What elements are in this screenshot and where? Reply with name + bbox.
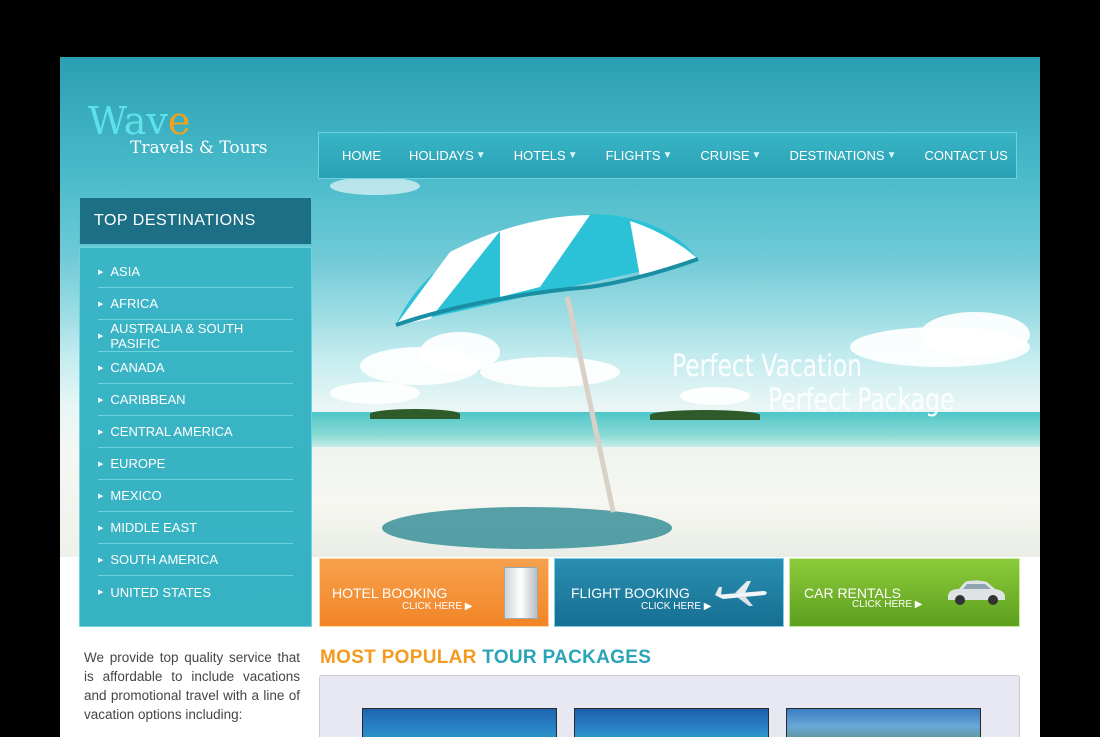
- chevron-down-icon: ▼: [662, 150, 673, 161]
- hero-tagline-line2: Perfect Package: [768, 383, 955, 418]
- nav-hotels[interactable]: HOTELS ▼: [514, 148, 578, 163]
- triangle-right-icon: ▶: [98, 396, 104, 404]
- flight-booking-cta: CLICK HERE ▶: [641, 601, 712, 612]
- destinations-list: ▶ ASIA ▶ AFRICA ▶ AUSTRALIA & SOUTH PASIFIC…: [79, 247, 312, 627]
- hotel-booking-cta: CLICK HERE ▶: [402, 601, 473, 612]
- triangle-right-icon: ▶: [98, 589, 104, 596]
- chevron-down-icon: ▼: [751, 150, 762, 161]
- hero-tagline-line1: Perfect Vacation: [672, 349, 862, 384]
- sidebar-item-middle-east[interactable]: ▶ MIDDLE EAST: [98, 512, 293, 544]
- triangle-right-icon: ▶: [98, 492, 104, 500]
- hotel-booking-button[interactable]: HOTEL BOOKING CLICK HERE ▶: [319, 558, 549, 627]
- nav-contact-us[interactable]: CONTACT US: [924, 148, 1007, 163]
- triangle-right-icon: ▶: [98, 556, 104, 564]
- logo-wordmark: Wave: [88, 99, 191, 143]
- hotel-building-icon: [504, 567, 538, 619]
- flight-booking-title: FLIGHT BOOKING: [571, 585, 690, 601]
- sidebar-title: TOP DESTINATIONS: [79, 197, 312, 245]
- sidebar-item-europe[interactable]: ▶ EUROPE: [98, 448, 293, 480]
- chevron-down-icon: ▼: [475, 150, 486, 161]
- nav-flights[interactable]: FLIGHTS ▼: [606, 148, 673, 163]
- sidebar-item-africa[interactable]: ▶ AFRICA: [98, 288, 293, 320]
- triangle-right-icon: ▶: [98, 524, 104, 532]
- car-rentals-cta: CLICK HERE ▶: [852, 599, 923, 610]
- sidebar-item-australia[interactable]: ▶ AUSTRALIA & SOUTH PASIFIC: [98, 320, 293, 352]
- sidebar-item-south-america[interactable]: ▶ SOUTH AMERICA: [98, 544, 293, 576]
- nav-cruise[interactable]: CRUISE ▼: [700, 148, 761, 163]
- nav-home[interactable]: HOME: [342, 148, 381, 163]
- site-logo[interactable]: Wave Travels & Tours: [88, 102, 267, 158]
- flight-booking-button[interactable]: FLIGHT BOOKING CLICK HERE ▶: [554, 558, 784, 627]
- sidebar-item-asia[interactable]: ▶ ASIA: [98, 256, 293, 288]
- chevron-down-icon: ▼: [886, 150, 897, 161]
- triangle-right-icon: ▶: [98, 460, 104, 468]
- car-rentals-button[interactable]: CAR RENTALS CLICK HERE ▶: [789, 558, 1020, 627]
- page: Perfect Vacation Perfect Package Wave Tr…: [60, 57, 1040, 737]
- sidebar-item-canada[interactable]: ▶ CANADA: [98, 352, 293, 384]
- sidebar-item-caribbean[interactable]: ▶ CARIBBEAN: [98, 384, 293, 416]
- sidebar-item-united-states[interactable]: ▶ UNITED STATES: [98, 576, 293, 608]
- section-heading-popular: MOST POPULAR TOUR PACKAGES: [320, 647, 652, 668]
- beach-umbrella-image: [395, 214, 699, 327]
- logo-subtitle: Travels & Tours: [130, 138, 268, 158]
- triangle-right-icon: ▶: [98, 332, 104, 340]
- intro-text: We provide top quality service that is a…: [84, 650, 300, 722]
- airplane-icon: [715, 581, 767, 606]
- triangle-right-icon: ▶: [98, 300, 104, 308]
- sidebar-item-mexico[interactable]: ▶ MEXICO: [98, 480, 293, 512]
- nav-holidays[interactable]: HOLIDAYS ▼: [409, 148, 486, 163]
- triangle-right-icon: ▶: [98, 428, 104, 436]
- package-thumbnail[interactable]: [362, 708, 557, 737]
- triangle-right-icon: ▶: [98, 364, 104, 372]
- hotel-booking-title: HOTEL BOOKING: [332, 585, 448, 601]
- sidebar-item-central-america[interactable]: ▶ CENTRAL AMERICA: [98, 416, 293, 448]
- main-nav: HOME HOLIDAYS ▼ HOTELS ▼ FLIGHTS ▼ CRUISE ▼ …: [318, 132, 1017, 179]
- chevron-down-icon: ▼: [567, 150, 578, 161]
- nav-destinations[interactable]: DESTINATIONS ▼: [789, 148, 896, 163]
- package-thumbnail[interactable]: [574, 708, 769, 737]
- umbrella-shadow: [382, 507, 672, 549]
- tour-packages-panel: [319, 675, 1020, 737]
- car-icon: [948, 580, 1005, 605]
- package-thumbnail[interactable]: [786, 708, 981, 737]
- triangle-right-icon: ▶: [98, 268, 104, 276]
